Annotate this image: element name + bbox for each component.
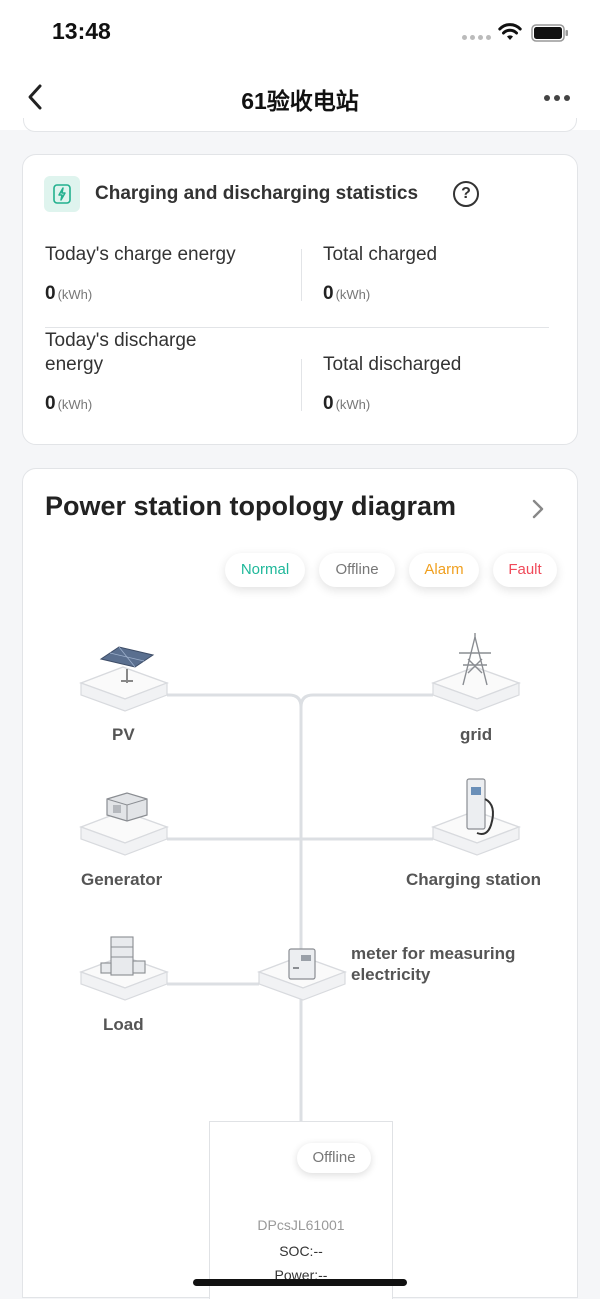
today-discharge-value: 0 (kWh) <box>45 393 93 414</box>
device-soc: SOC:-- <box>279 1243 323 1259</box>
device-status-badge: Offline <box>297 1143 371 1173</box>
total-charged-value: 0 (kWh) <box>323 283 371 304</box>
status-time: 13:48 <box>52 18 111 44</box>
stats-title: Charging and discharging statistics <box>95 183 419 204</box>
grid-node <box>430 633 522 712</box>
more-icon[interactable] <box>540 92 574 104</box>
grid-label: grid <box>460 725 493 744</box>
charging-icon <box>44 176 80 212</box>
today-charge-label: Today's charge energy <box>45 244 236 265</box>
meter-label: meter for measuring electricity <box>351 944 516 984</box>
pv-node <box>78 646 170 712</box>
divider <box>45 327 549 328</box>
signal-icon <box>462 35 491 40</box>
connection-lines <box>167 693 433 1121</box>
wifi-icon <box>498 23 522 40</box>
charging-statistics-card: Charging and discharging statistics ? To… <box>22 154 578 445</box>
generator-node <box>78 792 170 856</box>
load-label: Load <box>103 1015 144 1034</box>
generator-icon <box>106 792 148 822</box>
topology-card: Power station topology diagram Normal Of… <box>22 468 578 1299</box>
meter-icon <box>288 948 316 980</box>
divider <box>301 249 302 301</box>
pv-label: PV <box>112 725 135 744</box>
device-name: DPcsJL61001 <box>257 1217 345 1233</box>
status-bar: 13:48 <box>0 0 600 66</box>
total-discharged-value: 0 (kWh) <box>323 393 371 414</box>
page-title: 61验收电站 <box>241 88 359 114</box>
building-icon <box>100 936 146 976</box>
help-icon[interactable]: ? <box>453 181 479 207</box>
load-node <box>78 936 170 1001</box>
home-indicator[interactable] <box>193 1279 407 1286</box>
today-charge-value: 0 (kWh) <box>45 283 93 304</box>
generator-label: Generator <box>81 870 163 889</box>
today-discharge-label: Today's discharge energy <box>45 330 197 375</box>
total-discharged-label: Total discharged <box>323 354 462 375</box>
meter-node <box>256 948 348 1001</box>
charging-station-label: Charging station <box>406 870 542 889</box>
charging-station-node <box>430 778 522 856</box>
previous-card-edge <box>23 118 577 132</box>
battery-icon <box>531 24 568 42</box>
divider <box>301 359 302 411</box>
total-charged-label: Total charged <box>323 244 438 265</box>
